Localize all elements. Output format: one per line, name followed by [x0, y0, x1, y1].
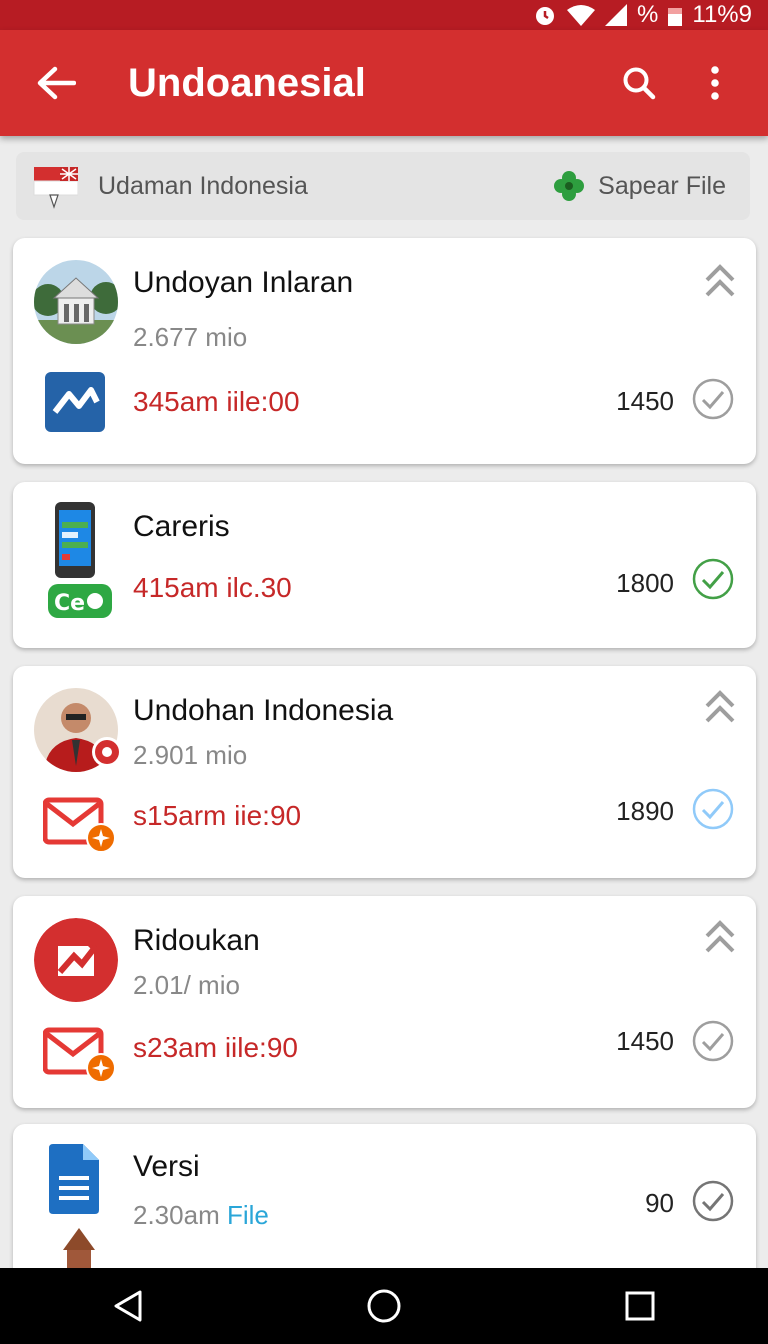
signal-icon	[605, 4, 628, 26]
svg-text:Ce: Ce	[54, 591, 85, 616]
chevron-up-double-icon[interactable]	[704, 264, 736, 298]
more-vert-icon	[711, 66, 719, 100]
item-title: Careris	[133, 510, 230, 543]
file-link[interactable]: File	[227, 1200, 269, 1230]
indonesia-flag-icon	[32, 163, 79, 209]
percent-glyph: %	[637, 1, 659, 28]
search-icon	[623, 67, 656, 100]
item-count: 1890	[616, 796, 674, 826]
list-item[interactable]: Ridoukan 2.01/ mio s23am iile:90 1450	[13, 896, 756, 1108]
list-item[interactable]: Undohan Indonesia 2.901 mio s15arm iie:9…	[13, 666, 756, 878]
ce-badge-icon: Ce	[47, 582, 113, 620]
clover-icon	[554, 171, 585, 201]
item-subtitle-time: 2.30am	[133, 1200, 220, 1230]
record-badge-icon	[91, 736, 123, 768]
item-subtitle: 2.901 mio	[133, 740, 248, 770]
mail-app-icon	[42, 796, 119, 854]
check-circle-icon[interactable]	[692, 1020, 734, 1062]
item-count: 90	[645, 1188, 674, 1218]
item-title: Versi	[133, 1150, 200, 1183]
wifi-icon	[567, 5, 596, 26]
file-filter-button[interactable]: Sapear File	[552, 169, 726, 203]
item-title: Undohan Indonesia	[133, 694, 394, 727]
app-bar: Undoanesial	[0, 30, 768, 136]
list-item[interactable]: Undoyan Inlaran 2.677 mio 345am iile:00 …	[13, 238, 756, 464]
alarm-icon	[536, 7, 555, 25]
battery-text: 11%9	[692, 1, 752, 28]
check-circle-icon[interactable]	[692, 558, 734, 600]
check-circle-icon[interactable]	[692, 378, 734, 420]
battery-icon	[668, 8, 683, 26]
nav-recents-button[interactable]	[610, 1276, 670, 1336]
item-time: s23am iile:90	[133, 1032, 298, 1063]
mail-app-icon	[42, 1026, 119, 1084]
chart-app-icon	[43, 368, 109, 434]
item-subtitle: 2.30am File	[133, 1200, 269, 1231]
item-subtitle: 2.677 mio	[133, 322, 248, 352]
page-title: Undoanesial	[128, 60, 366, 105]
list-item[interactable]: Versi 2.30am File 90	[13, 1124, 756, 1284]
check-circle-icon[interactable]	[692, 788, 734, 830]
chevron-up-double-icon[interactable]	[704, 920, 736, 954]
back-button[interactable]	[28, 55, 84, 111]
nav-home-button[interactable]	[354, 1276, 414, 1336]
building-avatar	[34, 260, 118, 344]
square-recents-icon	[625, 1291, 655, 1321]
item-count: 1450	[616, 1026, 674, 1056]
item-subtitle: 2.01/ mio	[133, 970, 240, 1000]
document-icon	[49, 1144, 101, 1214]
circle-home-icon	[367, 1289, 401, 1323]
phone-icon	[53, 500, 99, 582]
region-label: Udaman Indonesia	[98, 171, 308, 200]
status-bar: % 11%9	[0, 0, 768, 30]
chevron-up-double-icon[interactable]	[704, 690, 736, 724]
item-title: Ridoukan	[133, 924, 260, 957]
item-time: s15arm iie:90	[133, 800, 302, 831]
search-button[interactable]	[611, 55, 667, 111]
check-circle-icon[interactable]	[692, 1180, 734, 1222]
triangle-back-icon	[114, 1290, 142, 1322]
region-filter-bar[interactable]: Udaman Indonesia Sapear File	[16, 152, 750, 220]
system-nav-bar	[0, 1268, 768, 1344]
list-item[interactable]: Ce Careris 415am ilc.30 1800	[13, 482, 756, 648]
item-count: 1800	[616, 568, 674, 598]
item-count: 1450	[616, 386, 674, 416]
file-filter-label: Sapear File	[598, 171, 726, 200]
app-logo-avatar	[34, 918, 118, 1002]
item-time: 345am iile:00	[133, 386, 300, 417]
nav-back-button[interactable]	[98, 1276, 158, 1336]
item-time: 415am ilc.30	[133, 572, 292, 603]
overflow-menu-button[interactable]	[687, 55, 743, 111]
temple-icon	[57, 1228, 101, 1268]
arrow-left-icon	[37, 66, 76, 100]
item-title: Undoyan Inlaran	[133, 266, 354, 299]
